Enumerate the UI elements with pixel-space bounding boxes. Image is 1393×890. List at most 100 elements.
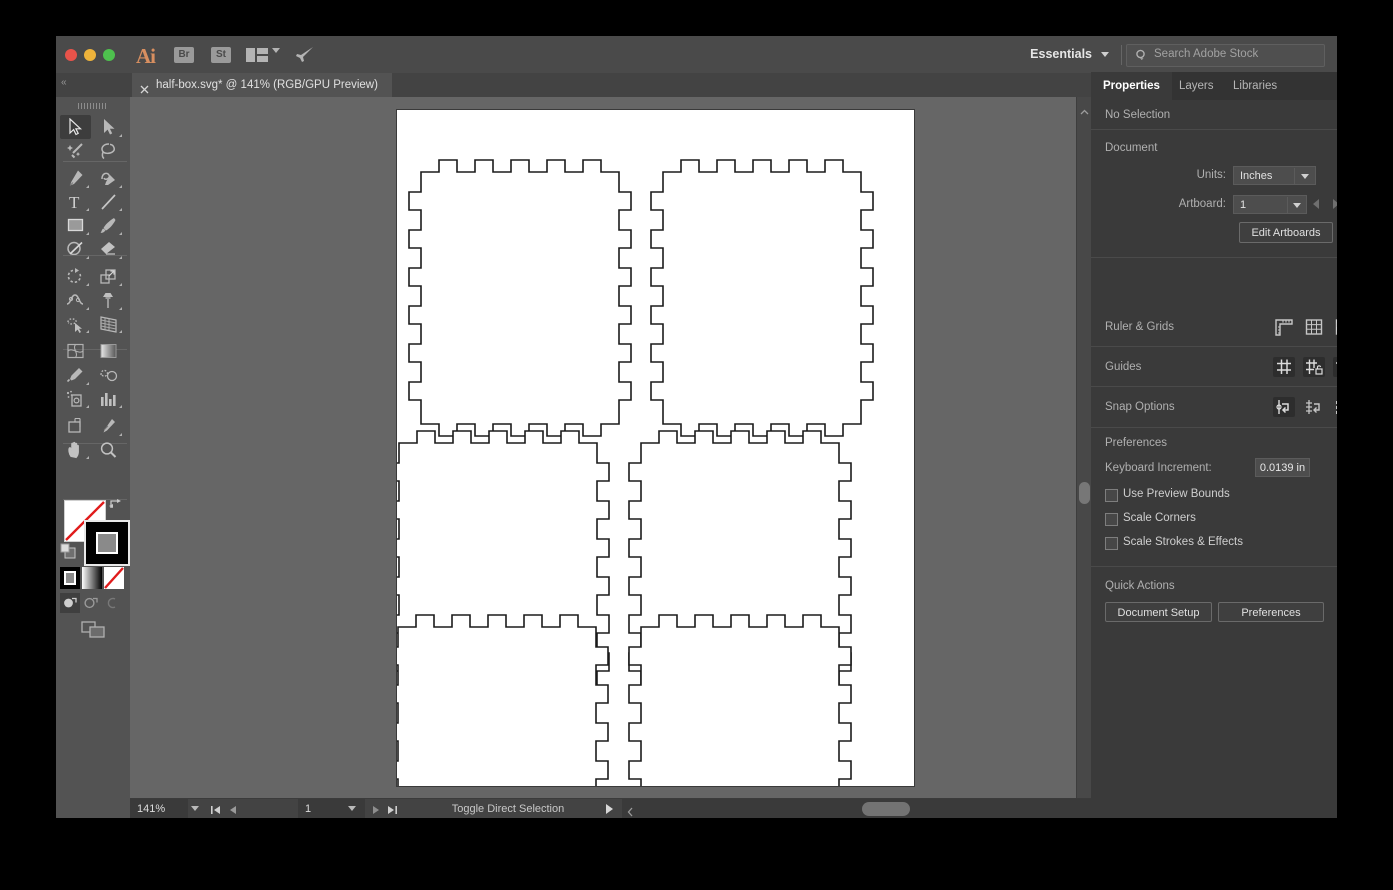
collapse-left-panel-icon[interactable]: « [61, 77, 66, 88]
zoom-level-input[interactable]: 141% [130, 799, 188, 818]
default-fill-stroke-icon[interactable] [60, 543, 76, 559]
artboard-tool[interactable] [60, 414, 91, 438]
lasso-tool[interactable] [93, 139, 124, 163]
artboard[interactable] [397, 110, 914, 786]
tab-libraries[interactable]: Libraries [1221, 72, 1289, 100]
symbol-sprayer-tool[interactable] [60, 387, 91, 411]
draw-behind-button[interactable] [81, 593, 101, 613]
next-artboard-button[interactable] [370, 803, 383, 815]
none-mode-button[interactable] [104, 567, 124, 589]
minimize-window-button[interactable] [84, 49, 96, 61]
flyout-triangle-icon[interactable] [83, 256, 89, 259]
stroke-swatch[interactable] [84, 520, 130, 566]
flyout-triangle-icon[interactable] [116, 208, 122, 211]
arrange-documents-icon[interactable] [246, 48, 268, 62]
units-select[interactable]: Inches [1233, 166, 1316, 185]
keyboard-increment-input[interactable]: 0.0139 in [1255, 458, 1310, 477]
shaper-tool[interactable] [60, 237, 91, 261]
arrange-chevron-down-icon[interactable] [272, 48, 280, 53]
column-graph-tool[interactable] [93, 387, 124, 411]
flyout-triangle-icon[interactable] [83, 283, 89, 286]
hand-tool[interactable] [60, 438, 91, 462]
canvas-vertical-scrollbar[interactable] [1076, 97, 1092, 818]
panel-top-left[interactable] [409, 160, 631, 436]
status-menu-icon[interactable] [606, 804, 613, 814]
eraser-tool[interactable] [93, 237, 124, 261]
width-tool[interactable] [60, 288, 91, 312]
flyout-triangle-icon[interactable] [83, 456, 89, 459]
scroll-left-icon[interactable] [627, 804, 634, 814]
close-window-button[interactable] [65, 49, 77, 61]
snap-to-point-icon[interactable] [1273, 397, 1295, 417]
eyedropper-tool[interactable] [60, 363, 91, 387]
scroll-up-icon[interactable] [1080, 103, 1089, 110]
show-rulers-icon[interactable] [1273, 317, 1295, 337]
first-artboard-button[interactable] [209, 803, 222, 815]
flyout-triangle-icon[interactable] [116, 405, 122, 408]
free-transform-tool[interactable] [93, 288, 124, 312]
flyout-triangle-icon[interactable] [83, 232, 89, 235]
close-icon[interactable] [140, 79, 149, 88]
flyout-triangle-icon[interactable] [116, 256, 122, 259]
flyout-triangle-icon[interactable] [116, 307, 122, 310]
flyout-triangle-icon[interactable] [83, 330, 89, 333]
document-tab[interactable]: half-box.svg* @ 141% (RGB/GPU Preview) [132, 73, 392, 97]
zoom-tool[interactable] [93, 438, 124, 462]
show-transparency-grid-icon[interactable] [1333, 317, 1337, 337]
flyout-triangle-icon[interactable] [83, 208, 89, 211]
document-setup-button[interactable]: Document Setup [1105, 602, 1212, 622]
panel-bottom-right[interactable] [629, 615, 851, 786]
flyout-triangle-icon[interactable] [116, 185, 122, 188]
scale-strokes-effects-checkbox[interactable] [1105, 537, 1118, 550]
stock-button[interactable]: St [211, 47, 231, 63]
shape-builder-tool[interactable] [60, 312, 91, 336]
previous-artboard-arrow[interactable] [1313, 199, 1319, 209]
workspace-switcher[interactable]: Essentials [1030, 47, 1092, 61]
rotate-tool[interactable] [60, 265, 91, 289]
mesh-tool[interactable] [60, 339, 91, 363]
panel-bottom-left[interactable] [397, 615, 608, 786]
swap-fill-stroke-icon[interactable] [109, 497, 123, 509]
rocket-icon[interactable] [295, 46, 315, 64]
canvas-area[interactable] [130, 97, 1076, 818]
line-segment-tool[interactable] [93, 190, 124, 214]
flyout-triangle-icon[interactable] [83, 307, 89, 310]
flyout-triangle-icon[interactable] [116, 330, 122, 333]
scale-tool[interactable] [93, 265, 124, 289]
tab-layers[interactable]: Layers [1167, 72, 1226, 100]
lock-guides-icon[interactable] [1303, 357, 1325, 377]
flyout-triangle-icon[interactable] [116, 134, 122, 137]
tab-properties[interactable]: Properties [1091, 72, 1172, 100]
color-mode-button[interactable] [60, 567, 80, 589]
magic-wand-tool[interactable] [60, 139, 91, 163]
gradient-mode-button[interactable] [82, 567, 102, 589]
pen-tool[interactable] [60, 166, 91, 190]
maximize-window-button[interactable] [103, 49, 115, 61]
direct-selection-tool[interactable] [93, 115, 124, 139]
blend-tool[interactable] [93, 363, 124, 387]
vertical-scroll-thumb[interactable] [1079, 482, 1090, 504]
use-preview-bounds-checkbox[interactable] [1105, 489, 1118, 502]
snap-to-pixel-icon[interactable] [1333, 397, 1337, 417]
draw-inside-button[interactable] [102, 593, 122, 613]
flyout-triangle-icon[interactable] [116, 232, 122, 235]
flyout-triangle-icon[interactable] [116, 283, 122, 286]
flyout-triangle-icon[interactable] [83, 185, 89, 188]
artboard-select[interactable]: 1 [1233, 195, 1307, 214]
next-artboard-arrow[interactable] [1333, 199, 1337, 209]
slice-tool[interactable] [93, 414, 124, 438]
change-screen-mode-icon[interactable] [81, 621, 107, 639]
flyout-triangle-icon[interactable] [83, 382, 89, 385]
preferences-button[interactable]: Preferences [1218, 602, 1324, 622]
show-grid-icon[interactable] [1303, 317, 1325, 337]
show-guides-icon[interactable] [1273, 357, 1295, 377]
draw-normal-button[interactable] [60, 593, 80, 613]
scale-corners-checkbox[interactable] [1105, 513, 1118, 526]
selection-tool[interactable] [60, 115, 91, 139]
bridge-button[interactable]: Br [174, 47, 194, 63]
panel-top-right[interactable] [651, 160, 873, 436]
zoom-chevron-down-icon[interactable] [191, 806, 199, 811]
workspace-chevron-down-icon[interactable] [1101, 52, 1109, 57]
previous-artboard-button[interactable] [226, 803, 239, 815]
rectangle-tool[interactable] [60, 213, 91, 237]
